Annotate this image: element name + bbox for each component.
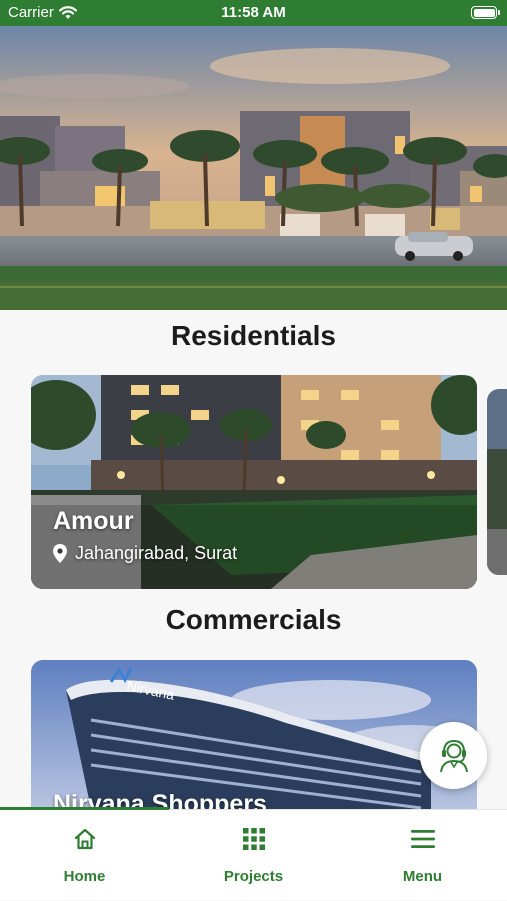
nav-item-menu[interactable]: Menu [338, 810, 507, 901]
project-card-next[interactable] [487, 389, 507, 575]
status-time: 11:58 AM [221, 4, 286, 21]
residentials-heading: Residentials [171, 320, 336, 351]
home-icon [74, 828, 95, 850]
support-agent-button[interactable] [420, 722, 487, 789]
nav-label-projects: Projects [223, 868, 284, 885]
nav-label-menu: Menu [402, 868, 443, 885]
nav-item-projects[interactable]: Projects [169, 810, 338, 901]
nav-label-home: Home [63, 868, 106, 885]
battery-icon [471, 6, 500, 19]
nirvana-shoppers-project-image: Nirvana [31, 660, 477, 809]
status-bar: Carrier 11:58 AM [0, 0, 507, 26]
project-card-nirvana-shoppers[interactable]: Nirvana Nirvana Shoppers [31, 660, 477, 809]
menu-icon [410, 830, 435, 848]
bottom-navigation: Home Projects Menu [0, 807, 507, 901]
next-project-image [487, 389, 507, 575]
grid-icon [242, 828, 265, 850]
project-location-text: Jahangirabad, Surat [75, 543, 238, 563]
project-name: Amour [53, 507, 134, 535]
project-location: Jahangirabad, Surat [53, 543, 237, 564]
nav-item-home[interactable]: Home [0, 810, 169, 901]
commercials-heading: Commercials [165, 604, 342, 635]
project-card-amour[interactable]: Amour Jahangirabad, Surat [31, 375, 477, 589]
location-pin-icon [53, 544, 67, 563]
hero-banner-image [0, 26, 507, 310]
support-agent-icon [439, 739, 468, 772]
